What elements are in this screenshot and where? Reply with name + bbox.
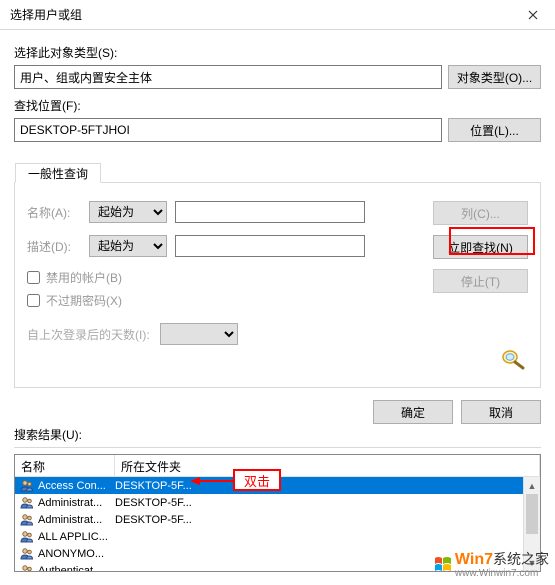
row-name: Administrat...	[38, 514, 115, 526]
stop-button[interactable]: 停止(T)	[433, 269, 528, 293]
user-group-icon	[19, 546, 35, 562]
non-expiring-pw-label: 不过期密码(X)	[46, 292, 122, 309]
divider	[14, 447, 541, 448]
object-type-field[interactable]	[14, 65, 442, 89]
ok-button[interactable]: 确定	[373, 400, 453, 424]
list-item[interactable]: Administrat...DESKTOP-5F...	[15, 511, 540, 528]
user-group-icon	[19, 478, 35, 494]
column-folder[interactable]: 所在文件夹	[115, 455, 540, 477]
columns-button[interactable]: 列(C)...	[433, 201, 528, 225]
scroll-down-icon[interactable]: ▼	[524, 554, 540, 571]
find-now-button[interactable]: 立即查找(N)	[433, 235, 528, 259]
search-results-label: 搜索结果(U):	[14, 426, 541, 443]
location-field[interactable]	[14, 118, 442, 142]
cancel-button[interactable]: 取消	[461, 400, 541, 424]
titlebar: 选择用户或组	[0, 0, 555, 30]
list-item[interactable]: Access Con...DESKTOP-5F...	[15, 477, 540, 494]
non-expiring-pw-checkbox[interactable]	[27, 294, 40, 307]
list-item[interactable]: Administrat...DESKTOP-5F...	[15, 494, 540, 511]
search-icon	[498, 347, 528, 371]
scrollbar-vertical[interactable]: ▲ ▼	[523, 477, 540, 571]
close-button[interactable]	[510, 0, 555, 29]
name-mode-select[interactable]: 起始为	[89, 201, 167, 223]
user-group-icon	[19, 512, 35, 528]
object-type-label: 选择此对象类型(S):	[14, 44, 541, 61]
name-input[interactable]	[175, 201, 365, 223]
row-name: Administrat...	[38, 497, 115, 509]
days-since-login-label: 自上次登录后的天数(I):	[27, 326, 150, 343]
tab-common-queries[interactable]: 一般性查询	[15, 163, 101, 183]
row-folder: DESKTOP-5F...	[115, 497, 540, 509]
desc-label: 描述(D):	[27, 238, 89, 255]
days-since-login-select[interactable]	[160, 323, 238, 345]
location-label: 查找位置(F):	[14, 97, 541, 114]
list-item[interactable]: ALL APPLIC...	[15, 528, 540, 545]
list-item[interactable]: Authenticat...	[15, 562, 540, 572]
scroll-thumb[interactable]	[526, 494, 538, 534]
name-label: 名称(A):	[27, 204, 89, 221]
disabled-accounts-label: 禁用的帐户(B)	[46, 269, 122, 286]
object-types-button[interactable]: 对象类型(O)...	[448, 65, 541, 89]
list-header: 名称 所在文件夹	[15, 455, 540, 477]
user-group-icon	[19, 529, 35, 545]
window-title: 选择用户或组	[10, 6, 82, 23]
row-name: Access Con...	[38, 480, 115, 492]
user-group-icon	[19, 495, 35, 511]
row-folder: DESKTOP-5F...	[115, 480, 540, 492]
row-name: ANONYMO...	[38, 548, 115, 560]
row-name: Authenticat...	[38, 565, 115, 573]
row-name: ALL APPLIC...	[38, 531, 115, 543]
desc-input[interactable]	[175, 235, 365, 257]
scroll-up-icon[interactable]: ▲	[524, 477, 540, 494]
results-list[interactable]: 名称 所在文件夹 Access Con...DESKTOP-5F...Admin…	[14, 454, 541, 572]
common-queries-frame: 一般性查询 名称(A): 起始为 描述(D): 起始为 禁用的帐户(B)	[14, 182, 541, 388]
disabled-accounts-checkbox[interactable]	[27, 271, 40, 284]
user-group-icon	[19, 563, 35, 573]
locations-button[interactable]: 位置(L)...	[448, 118, 541, 142]
close-icon	[528, 10, 538, 20]
desc-mode-select[interactable]: 起始为	[89, 235, 167, 257]
row-folder: DESKTOP-5F...	[115, 514, 540, 526]
column-name[interactable]: 名称	[15, 455, 115, 477]
list-item[interactable]: ANONYMO...	[15, 545, 540, 562]
